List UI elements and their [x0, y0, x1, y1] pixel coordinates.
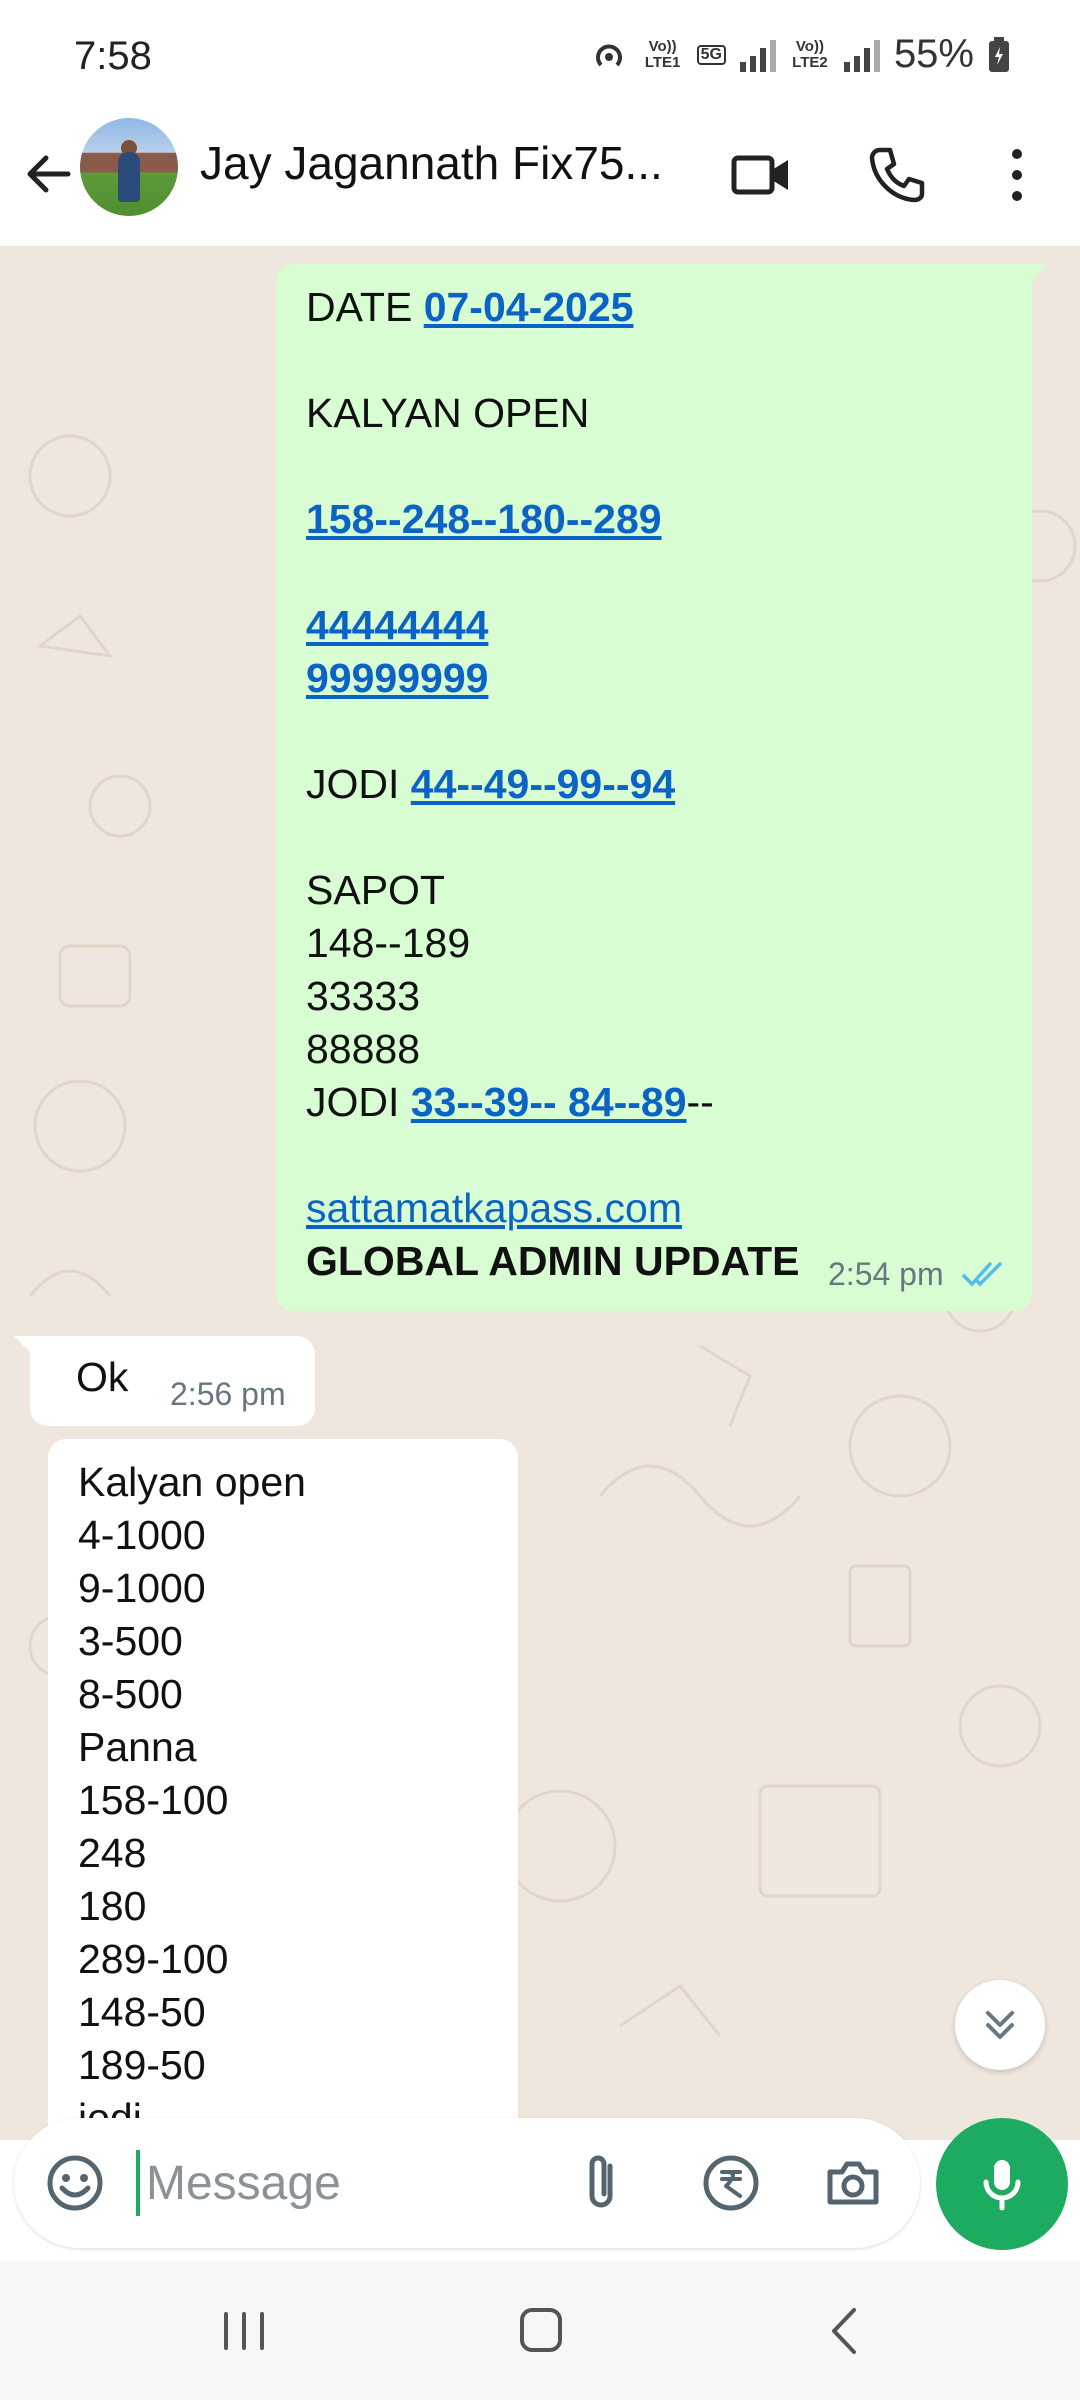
sim1-label: Vo)) LTE1: [644, 37, 681, 71]
scroll-to-bottom-button[interactable]: [955, 1980, 1045, 2070]
home-icon[interactable]: [500, 2296, 580, 2366]
composer-bar: [0, 2110, 1080, 2260]
signal-icon-1: [739, 38, 776, 72]
mic-button[interactable]: [936, 2118, 1068, 2250]
more-vertical-icon[interactable]: [982, 140, 1052, 210]
avatar[interactable]: [80, 118, 178, 216]
list-line: 148-50: [78, 1989, 206, 2035]
double-chevron-down-icon: [986, 2011, 1014, 2039]
list-line: 189-50: [78, 2042, 206, 2088]
video-call-icon[interactable]: [726, 140, 796, 210]
list-line: 3-500: [78, 1618, 183, 1664]
jodi2-link[interactable]: 33--39-- 84--89: [411, 1079, 687, 1125]
status-bar: 7:58 Vo)) LTE1 5G Vo)) LTE2 55%: [0, 0, 1080, 110]
chat-header: Jay Jagannath Fix75...: [0, 110, 1080, 246]
number-link-2[interactable]: 99999999: [306, 655, 488, 702]
outgoing-message-time: 2:54 pm: [828, 1256, 944, 1292]
sapot-value-3: 88888: [306, 1026, 421, 1072]
network-type-label: 5G: [696, 44, 726, 65]
number-link-1[interactable]: 44444444: [306, 602, 488, 649]
signal-icon-2: [843, 38, 880, 72]
hotspot-icon: [595, 44, 622, 66]
list-line: Panna: [78, 1724, 197, 1770]
website-link[interactable]: sattamatkapass.com: [306, 1185, 682, 1232]
jodi-label: JODI: [306, 761, 411, 807]
status-time: 7:58: [74, 34, 152, 78]
incoming-message-list[interactable]: Kalyan open 4-1000 9-1000 3-500 8-500 Pa…: [48, 1439, 518, 2140]
battery-icon: [989, 36, 1009, 72]
jodi-link[interactable]: 44--49--99--94: [411, 761, 675, 807]
list-line: 9-1000: [78, 1565, 206, 1611]
incoming-message-ok[interactable]: Ok 2:56 pm: [14, 1336, 315, 1426]
mic-icon: [983, 2160, 1021, 2211]
list-line: 248: [78, 1830, 147, 1876]
message-input[interactable]: [136, 2150, 536, 2216]
ok-message-time: 2:56 pm: [170, 1376, 286, 1412]
date-label: DATE: [306, 284, 424, 330]
kalyan-open-line: KALYAN OPEN: [306, 390, 590, 436]
voice-call-icon[interactable]: [862, 140, 932, 210]
sapot-value-2: 33333: [306, 973, 421, 1019]
camera-icon[interactable]: [818, 2148, 888, 2218]
contact-name[interactable]: Jay Jagannath Fix75...: [200, 136, 690, 190]
date-link[interactable]: 07-04-2025: [424, 284, 634, 330]
jodi2-label: JODI: [306, 1079, 411, 1125]
message-composer: [14, 2118, 920, 2248]
list-line: 180: [78, 1883, 147, 1929]
back-icon[interactable]: [806, 2296, 886, 2366]
back-arrow-icon[interactable]: [18, 144, 78, 204]
sim2-label: Vo)) LTE2: [792, 37, 828, 71]
battery-percent: 55%: [893, 32, 974, 76]
panna-numbers-link[interactable]: 158--248--180--289: [306, 496, 662, 543]
message-date-line: DATE 07-04-2025: [306, 284, 633, 331]
outgoing-message-bubble[interactable]: DATE 07-04-2025 KALYAN OPEN 158--248--18…: [276, 264, 1048, 1311]
list-line: 289-100: [78, 1936, 229, 1982]
chat-area[interactable]: DATE 07-04-2025 KALYAN OPEN 158--248--18…: [0, 246, 1080, 2140]
list-line: 158-100: [78, 1777, 229, 1823]
emoji-icon[interactable]: [40, 2148, 110, 2218]
list-line: 8-500: [78, 1671, 183, 1717]
jodi2-line: JODI 33--39-- 84--89--: [306, 1079, 714, 1126]
rupee-payment-icon[interactable]: [696, 2148, 766, 2218]
jodi-line: JODI 44--49--99--94: [306, 761, 675, 808]
jodi2-suffix: --: [686, 1079, 714, 1125]
attach-icon[interactable]: [566, 2148, 636, 2218]
status-icons: Vo)) LTE1 5G Vo)) LTE2 55%: [589, 32, 1010, 77]
sapot-value-1: 148--189: [306, 920, 471, 966]
read-receipt-icon: [962, 1262, 1002, 1287]
list-line: 4-1000: [78, 1512, 206, 1558]
sapot-line: SAPOT: [306, 867, 445, 913]
list-line: Kalyan open: [78, 1459, 306, 1505]
system-nav-bar: [0, 2262, 1080, 2400]
global-admin-update-text: GLOBAL ADMIN UPDATE: [306, 1238, 800, 1284]
recent-apps-icon[interactable]: [204, 2296, 284, 2366]
ok-text: Ok: [76, 1354, 129, 1400]
